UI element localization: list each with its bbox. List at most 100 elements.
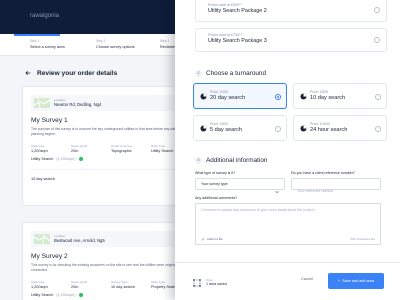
utility-row: Utility Search (1,250sqm)	[31, 157, 83, 161]
turnaround-price: Price: £500	[210, 122, 229, 126]
paperclip-icon	[201, 237, 205, 241]
package-option[interactable]: Prices start at £500** Utility Search Pa…	[195, 0, 387, 22]
package-name: Utility Search Package 2	[208, 8, 267, 14]
location-address: Newton Rd, Dedling, Ng4	[54, 101, 102, 107]
cancel-button[interactable]: Cancel	[301, 277, 313, 281]
meta-item: Total Length 20m	[71, 144, 111, 154]
attach-file-label: Attach a file	[207, 237, 223, 241]
meta-value: 1,200sqm	[31, 284, 48, 289]
save-and-add-area-button[interactable]: + Save and add area	[328, 273, 384, 289]
page-title: Review your order details	[37, 69, 118, 77]
utility-name: Utility Search	[31, 293, 54, 297]
survey-name: My Survey 1	[31, 117, 68, 124]
divider	[31, 169, 187, 170]
survey-type-value: Your survey type	[201, 182, 228, 186]
turnaround-option[interactable]: Price: £1000 24 hour search	[293, 115, 387, 141]
turnaround-name: 24 hour search	[310, 127, 348, 133]
client-ref-label: Do you have a client reference number?	[291, 171, 355, 175]
utility-name: Utility Search	[31, 157, 54, 161]
clock-icon	[300, 93, 307, 100]
panel-footer: Total 1 area saved Cancel + Save and add…	[175, 262, 400, 300]
status-dot-icon	[78, 157, 83, 161]
meta-item: Survey Type 10 day search	[111, 280, 151, 290]
survey-name: My Survey 2	[31, 253, 68, 260]
location-address: Bestwood Ave, Arnold, Ng5	[54, 237, 105, 243]
turnaround-price: Price: £250	[210, 90, 229, 94]
step-label: Choose survey options	[96, 45, 135, 49]
step-label: Select a survey area	[30, 45, 65, 49]
turnaround-section-title: 2 Choose a turnaround	[195, 70, 266, 77]
survey-meta: Total Area 1,200sqm Total Length 20m Dep…	[31, 144, 191, 154]
section-number: 2	[195, 70, 202, 77]
clock-icon	[200, 125, 207, 132]
save-button-label: Save and add area	[342, 279, 375, 283]
clock-icon	[300, 125, 307, 132]
survey-type-label: What type of survey is it?	[195, 171, 236, 175]
survey-type-select[interactable]: Your survey type	[195, 178, 285, 194]
turnaround-price: Price: £1000	[310, 122, 331, 126]
turnaround-radio[interactable]	[375, 126, 381, 132]
turnaround-option[interactable]: Price: £500 5 day search	[193, 115, 287, 141]
section-heading: Choose a turnaround	[206, 70, 267, 77]
survey-card: Location Bestwood Ave, Arnold, Ng5 My Su…	[22, 222, 196, 300]
status-dot-icon	[78, 293, 83, 297]
turnaround-radio[interactable]	[375, 94, 381, 100]
package-name: Utility Search Package 3	[208, 38, 267, 44]
turnaround-option[interactable]: Price: £500 10 day search	[293, 83, 387, 109]
back-arrow-icon[interactable]	[24, 69, 32, 77]
utility-row: Utility Search (1,250sqm)	[31, 293, 83, 297]
package-option[interactable]: Prices start at £750** Utility Search Pa…	[195, 28, 387, 52]
meta-item: Depth of Survey Topographic	[111, 144, 151, 154]
meta-item: Total Area 1,200sqm	[31, 144, 71, 154]
meta-value: 20m	[71, 284, 79, 289]
location-row: Location Newton Rd, Dedling, Ng4	[31, 95, 189, 111]
map-thumbnail-icon	[34, 98, 50, 108]
page-title-row: Review your order details	[24, 69, 117, 77]
survey-meta: Total Area 1,200sqm Total Length 20m Sur…	[31, 280, 191, 290]
step-progress-bar	[14, 34, 60, 36]
client-ref-input[interactable]	[292, 186, 380, 196]
brand-name: rawalgonia	[30, 13, 60, 19]
meta-item: Total Area 1,200sqm	[31, 280, 71, 290]
survey-description: The purpose of this survey is to uncover…	[31, 127, 176, 136]
total-value: 1 area saved	[206, 282, 227, 286]
step-1[interactable]: Step 1 Select a survey area	[30, 39, 65, 50]
survey-description: This survey is for checking the existing…	[31, 263, 179, 272]
turnaround-option[interactable]: Price: £250 20 day search	[193, 83, 287, 109]
attach-file-button[interactable]: Attach a file	[201, 237, 223, 241]
meta-item: Total Length 20m	[71, 280, 111, 290]
additional-section-title: 3 Additional information	[195, 157, 267, 164]
turnaround-name: 20 day search	[210, 95, 246, 101]
utility-extra: (1,250sqm)	[56, 157, 76, 161]
survey-turnaround: 10 day search	[31, 177, 55, 181]
step-2[interactable]: Step 2 Choose survey options	[96, 39, 135, 50]
section-number: 3	[195, 157, 202, 164]
area-select-icon	[193, 279, 201, 287]
clock-icon	[200, 93, 207, 100]
package-radio[interactable]	[374, 37, 380, 43]
turnaround-name: 10 day search	[310, 95, 346, 101]
utility-extra: (1,250sqm)	[56, 293, 76, 297]
meta-value: Topographic	[111, 148, 132, 153]
meta-value: 20m	[71, 148, 79, 153]
package-radio[interactable]	[374, 7, 380, 13]
turnaround-name: 5 day search	[210, 127, 243, 133]
add-area-panel: Prices start at £500** Utility Search Pa…	[175, 0, 400, 300]
turnaround-radio[interactable]	[275, 94, 281, 100]
comments-label: Any additional comments?	[195, 196, 238, 200]
package-price: Prices start at £500**	[208, 3, 242, 7]
map-thumbnail-icon	[34, 234, 50, 244]
comments-field[interactable]: Attach a file 500 characters left	[195, 203, 381, 245]
location-row: Location Bestwood Ave, Arnold, Ng5	[31, 231, 189, 247]
char-counter: 500 characters left	[350, 237, 375, 241]
meta-value: 10 day search	[111, 284, 135, 289]
package-price: Prices start at £750**	[208, 33, 242, 37]
turnaround-price: Price: £500	[310, 90, 329, 94]
section-heading: Additional information	[206, 157, 268, 164]
survey-card: Location Newton Rd, Dedling, Ng4 My Surv…	[22, 86, 196, 206]
meta-value: 1,200sqm	[31, 148, 48, 153]
chevron-down-icon	[274, 182, 280, 194]
turnaround-radio[interactable]	[275, 126, 281, 132]
plus-icon: +	[337, 279, 341, 283]
client-ref-field[interactable]	[291, 178, 381, 196]
